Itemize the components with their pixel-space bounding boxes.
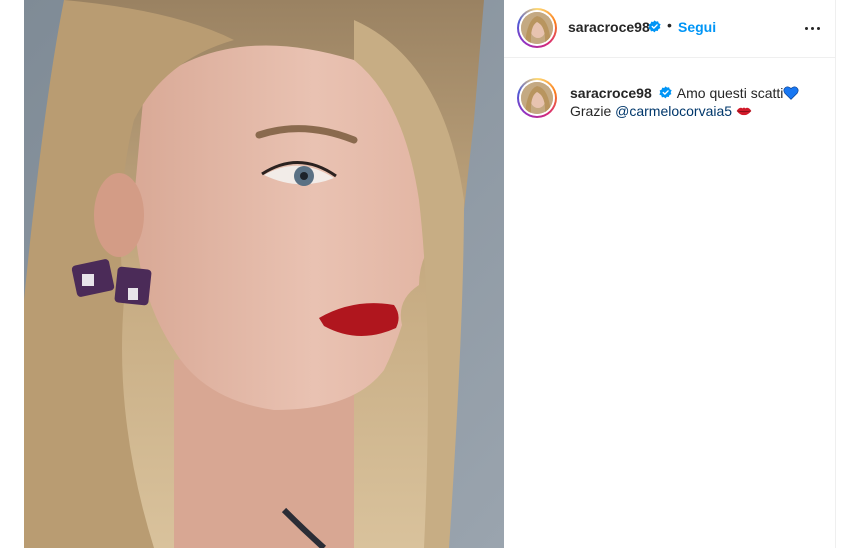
post-photo [24,0,504,548]
caption-avatar[interactable] [517,78,557,118]
avatar-photo [521,12,553,44]
blue-heart-icon [783,86,799,100]
left-gutter [0,0,24,548]
header-separator: • [667,17,672,33]
verified-badge-icon [648,20,661,33]
post-header: saracroce98 • Segui [504,0,836,58]
post-side-panel: saracroce98 • Segui saracroce98 Amo ques… [504,0,836,548]
caption-line1: Amo questi scatti [676,85,784,101]
caption-text: saracroce98 Amo questi scatti Grazie @ca… [570,84,830,120]
follow-button[interactable]: Segui [678,19,716,35]
caption-line2: Grazie [570,103,612,119]
verified-badge-icon [658,86,672,99]
mention-link[interactable]: @carmelocorvaia5 [615,103,732,119]
post-media[interactable] [24,0,504,548]
avatar-photo [521,82,553,114]
more-options-icon[interactable] [800,17,824,39]
caption-username[interactable]: saracroce98 [570,85,652,101]
author-username[interactable]: saracroce98 [568,19,650,35]
lips-icon [736,107,752,116]
author-avatar[interactable] [517,8,557,48]
